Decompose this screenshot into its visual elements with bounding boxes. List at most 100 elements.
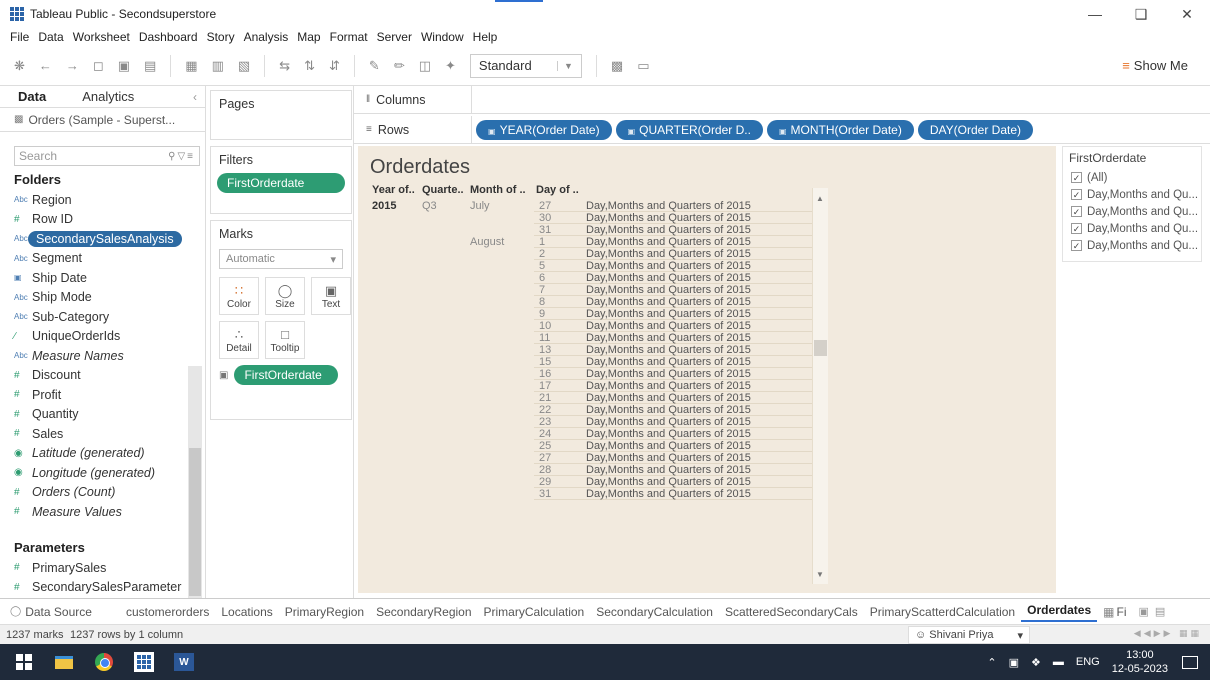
field-item[interactable]: Abc Region xyxy=(14,190,205,210)
minimize-icon[interactable]: — xyxy=(1072,0,1118,28)
rows-shelf[interactable]: ≡ Rows ▣ YEAR(Order Date) ▣ QUARTER(Order D.… xyxy=(354,116,1210,144)
table-row[interactable]: 30 Day,Months and Quarters of 2015 xyxy=(534,212,814,224)
field-item[interactable]: # Row ID xyxy=(14,210,205,230)
view-size-select[interactable]: Standard ▼ xyxy=(469,53,582,78)
sheet-tab[interactable]: PrimaryRegion xyxy=(279,599,370,625)
table-row[interactable]: 22 Day,Months and Quarters of 2015 xyxy=(534,404,814,416)
field-item[interactable]: # Measure Values xyxy=(14,502,205,522)
field-item[interactable]: # Discount xyxy=(14,366,205,386)
search-icon[interactable]: ⚲▽≡ xyxy=(168,151,195,162)
sheet-tab[interactable]: ScatteredSecondaryCals xyxy=(719,599,864,625)
sheet-nav-icons[interactable]: ◀◀▶▶ ▦▦ xyxy=(1134,628,1202,639)
duplicate-icon[interactable]: ▥ xyxy=(212,58,224,74)
table-row[interactable]: 27 Day,Months and Quarters of 2015 xyxy=(534,200,814,212)
mark-type-select[interactable]: Automatic ▾ xyxy=(219,249,343,269)
table-row[interactable]: 25 Day,Months and Quarters of 2015 xyxy=(534,440,814,452)
rows-pill[interactable]: DAY(Order Date) xyxy=(917,119,1033,140)
chrome-button[interactable] xyxy=(84,644,124,680)
filter-option[interactable]: ✓ (All) xyxy=(1063,169,1201,186)
show-cards-icon[interactable]: ▩ xyxy=(611,58,623,74)
forward-icon[interactable]: → xyxy=(66,58,79,73)
clock[interactable]: 13:00 12-05-2023 xyxy=(1112,648,1168,676)
table-row[interactable]: 28 Day,Months and Quarters of 2015 xyxy=(534,464,814,476)
table-row[interactable]: 31 Day,Months and Quarters of 2015 xyxy=(534,224,814,236)
field-item[interactable]: Abc Segment xyxy=(14,249,205,269)
menu-item-window[interactable]: Window xyxy=(421,30,464,44)
menu-item-map[interactable]: Map xyxy=(297,30,320,44)
close-icon[interactable]: ✕ xyxy=(1164,0,1210,28)
tableau-button[interactable] xyxy=(124,644,164,680)
header-month[interactable]: Month of .. xyxy=(470,184,526,196)
menu-item-data[interactable]: Data xyxy=(38,30,63,44)
size-button[interactable]: ◯ Size xyxy=(265,277,305,315)
highlight-icon[interactable]: ✎ xyxy=(369,58,380,74)
field-item[interactable]: # Orders (Count) xyxy=(14,483,205,503)
table-row[interactable]: 21 Day,Months and Quarters of 2015 xyxy=(534,392,814,404)
menu-item-help[interactable]: Help xyxy=(473,30,498,44)
rows-pill[interactable]: ▣ QUARTER(Order D.. xyxy=(615,119,763,140)
table-row[interactable]: 29 Day,Months and Quarters of 2015 xyxy=(534,476,814,488)
header-day[interactable]: Day of .. xyxy=(536,184,579,196)
table-row[interactable]: 6 Day,Months and Quarters of 2015 xyxy=(534,272,814,284)
notification-icon[interactable] xyxy=(1182,655,1198,669)
sheet-tab[interactable]: SecondaryCalculation xyxy=(590,599,719,625)
month-value[interactable]: August xyxy=(470,236,504,248)
sort-descending-icon[interactable]: ⇵ xyxy=(329,58,340,74)
menu-item-dashboard[interactable]: Dashboard xyxy=(139,30,198,44)
field-item[interactable]: ▣ Ship Date xyxy=(14,268,205,288)
field-item[interactable]: ∕ UniqueOrderIds xyxy=(14,327,205,347)
swap-icon[interactable]: ⇆ xyxy=(279,58,290,74)
table-row[interactable]: 15 Day,Months and Quarters of 2015 xyxy=(534,356,814,368)
table-row[interactable]: 24 Day,Months and Quarters of 2015 xyxy=(534,428,814,440)
tab-data-source[interactable]: ◯ Data Source xyxy=(0,599,120,625)
clear-sheet-icon[interactable]: ▧ xyxy=(238,58,250,74)
table-row[interactable]: 17 Day,Months and Quarters of 2015 xyxy=(534,380,814,392)
start-button[interactable] xyxy=(4,644,44,680)
parameter-item[interactable]: # PrimarySales xyxy=(14,558,206,578)
field-item[interactable]: Abc Sub-Category xyxy=(14,307,205,327)
table-row[interactable]: 9 Day,Months and Quarters of 2015 xyxy=(534,308,814,320)
menu-item-analysis[interactable]: Analysis xyxy=(244,30,289,44)
labels-icon[interactable]: ◫ xyxy=(419,58,431,74)
scroll-down-icon[interactable]: ▼ xyxy=(816,570,824,579)
field-item[interactable]: Abc SecondarySalesAnalysis xyxy=(14,229,205,249)
field-item[interactable]: # Sales xyxy=(14,424,205,444)
field-item[interactable]: Abc Ship Mode xyxy=(14,288,205,308)
data-source-icon[interactable]: ◻ xyxy=(93,58,104,74)
field-item[interactable]: # Profit xyxy=(14,385,205,405)
filter-option[interactable]: ✓ Day,Months and Qu... xyxy=(1063,203,1201,220)
presentation-icon[interactable]: ▭ xyxy=(637,58,649,74)
marks-field-pill[interactable]: FirstOrderdate xyxy=(234,365,339,385)
viz-scrollbar[interactable]: ▲ ▼ xyxy=(812,188,828,584)
table-row[interactable]: 27 Day,Months and Quarters of 2015 xyxy=(534,452,814,464)
file-explorer-button[interactable] xyxy=(44,644,84,680)
add-datasource-icon[interactable]: ▤ xyxy=(144,58,156,74)
parameter-item[interactable]: # SecondarySalesParameter xyxy=(14,578,206,598)
collapse-icon[interactable]: ‹ xyxy=(193,90,197,104)
scrollbar-thumb[interactable] xyxy=(814,340,827,356)
word-button[interactable]: W xyxy=(164,644,204,680)
quarter-value[interactable]: Q3 xyxy=(422,200,437,212)
table-row[interactable]: 11 Day,Months and Quarters of 2015 xyxy=(534,332,814,344)
tab-data[interactable]: Data xyxy=(0,89,64,104)
filter-pill[interactable]: FirstOrderdate xyxy=(217,173,345,193)
table-row[interactable]: 31 Day,Months and Quarters of 2015 xyxy=(534,488,814,500)
color-button[interactable]: ∷ Color xyxy=(219,277,259,315)
pages-card[interactable]: Pages xyxy=(210,90,352,140)
menu-item-server[interactable]: Server xyxy=(377,30,412,44)
data-source-item[interactable]: ▩ Orders (Sample - Superst... xyxy=(0,108,205,132)
menu-item-worksheet[interactable]: Worksheet xyxy=(73,30,130,44)
table-row[interactable]: 5 Day,Months and Quarters of 2015 xyxy=(534,260,814,272)
checkbox-checked-icon[interactable]: ✓ xyxy=(1071,240,1082,251)
detail-button[interactable]: ∴ Detail xyxy=(219,321,259,359)
new-sheet-icons[interactable]: ▣▤ xyxy=(1138,605,1171,618)
annotate-icon[interactable]: ✏ xyxy=(394,58,405,74)
new-worksheet-icon[interactable]: ▦ xyxy=(185,58,197,74)
checkbox-checked-icon[interactable]: ✓ xyxy=(1071,189,1082,200)
sort-ascending-icon[interactable]: ⇅ xyxy=(304,58,315,74)
month-value[interactable]: July xyxy=(470,200,490,212)
sheet-tab[interactable]: PrimaryScatterdCalculation xyxy=(864,599,1021,625)
sheet-tab[interactable]: SecondaryRegion xyxy=(370,599,477,625)
year-value[interactable]: 2015 xyxy=(372,200,396,212)
show-me-button[interactable]: ≡ Show Me xyxy=(1122,58,1188,73)
